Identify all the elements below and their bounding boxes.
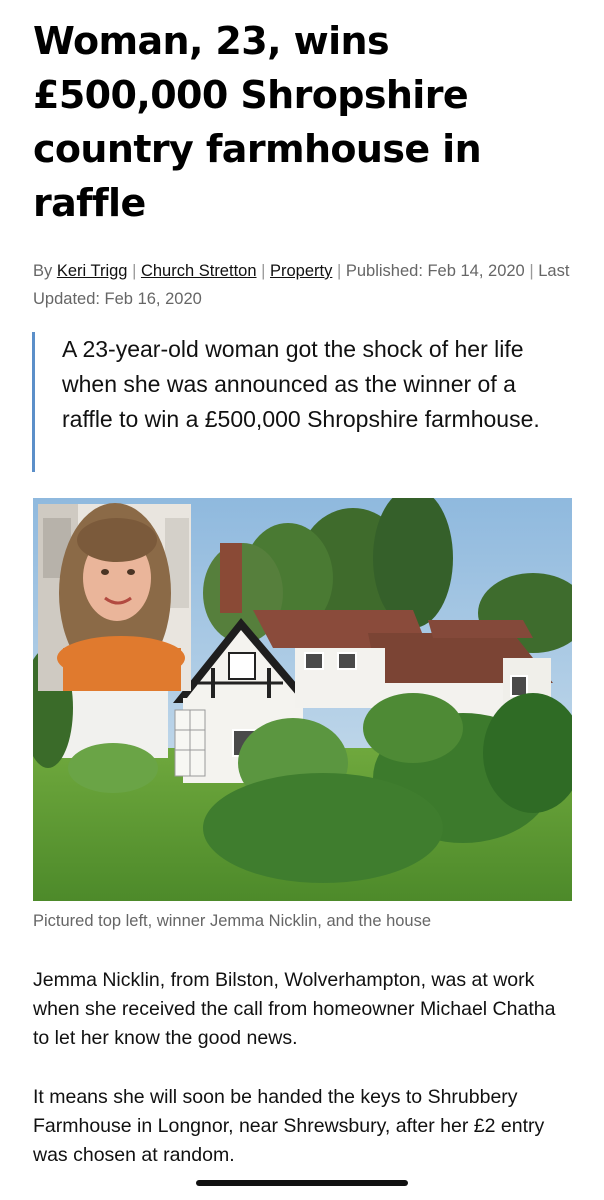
byline-separator: | xyxy=(261,262,266,280)
byline-separator: | xyxy=(529,262,534,280)
location-link[interactable]: Church Stretton xyxy=(141,262,257,280)
article-lede: A 23-year-old woman got the shock of her… xyxy=(32,332,572,472)
article-hero-image[interactable] xyxy=(33,498,572,901)
article-byline: By Keri Trigg | Church Stretton | Proper… xyxy=(33,257,578,313)
byline-separator: | xyxy=(132,262,137,280)
image-caption: Pictured top left, winner Jemma Nicklin,… xyxy=(33,912,432,930)
article-headline: Woman, 23, wins £500,000 Shropshire coun… xyxy=(33,19,482,225)
home-indicator[interactable] xyxy=(196,1180,408,1186)
byline-prefix: By xyxy=(33,262,53,280)
byline-separator: | xyxy=(336,262,342,280)
article-paragraph: It means she will soon be handed the key… xyxy=(33,1086,545,1166)
article-paragraph: Jemma Nicklin, from Bilston, Wolverhampt… xyxy=(33,969,556,1049)
category-link[interactable]: Property xyxy=(270,262,332,280)
published-date: Published: Feb 14, 2020 xyxy=(345,262,525,280)
author-link[interactable]: Keri Trigg xyxy=(57,262,128,280)
farmhouse-photo xyxy=(33,498,572,901)
